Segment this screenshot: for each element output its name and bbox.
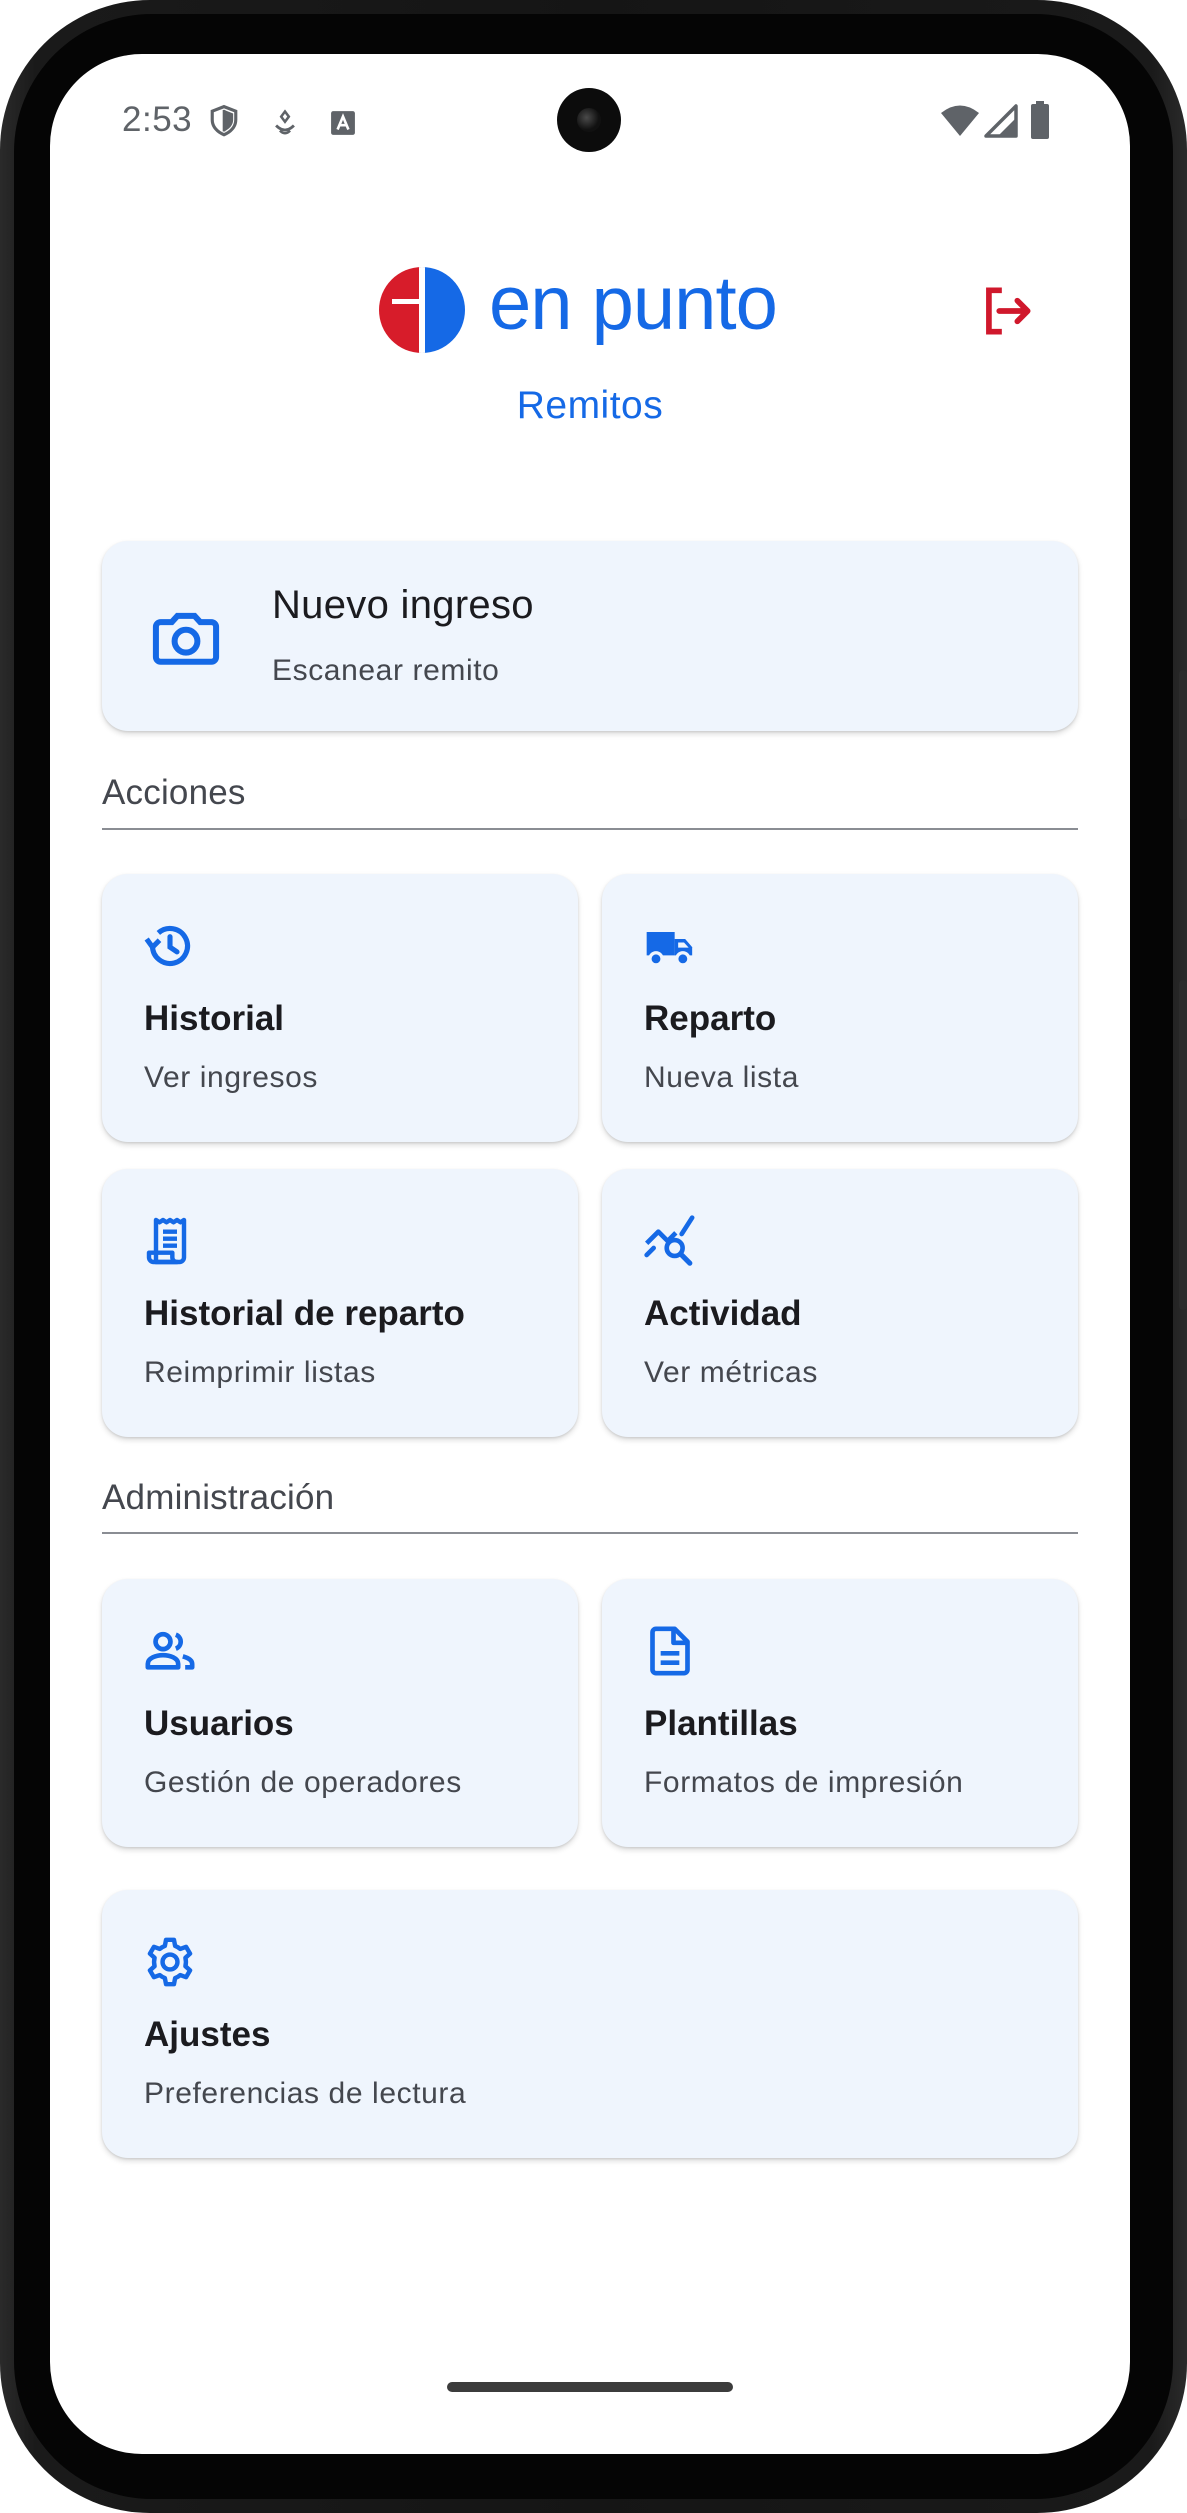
query-stats-icon xyxy=(644,1215,695,1266)
settings-card[interactable]: Ajustes Preferencias de lectura xyxy=(102,1890,1078,2158)
status-time: 2:53 xyxy=(122,100,193,139)
history-icon xyxy=(144,925,191,967)
truck-icon xyxy=(646,932,693,967)
wifi-icon xyxy=(941,105,979,136)
screen: 2:53 en punto Remitos Nuevo ingreso Esca… xyxy=(50,54,1130,2454)
card-subtitle: Ver ingresos xyxy=(144,1061,318,1094)
card-title: Plantillas xyxy=(644,1704,798,1743)
card-title: Ajustes xyxy=(144,2015,271,2054)
card-subtitle: Preferencias de lectura xyxy=(144,2077,467,2110)
section-divider xyxy=(102,828,1078,830)
history-card[interactable]: Historial Ver ingresos xyxy=(102,874,578,1142)
gesture-home-bar[interactable] xyxy=(447,2382,733,2392)
receipt-icon xyxy=(146,1217,187,1265)
logo-mark-icon xyxy=(379,267,465,353)
new-entry-card[interactable]: Nuevo ingreso Escanear remito xyxy=(102,541,1078,731)
group-icon xyxy=(145,1631,195,1670)
power-button xyxy=(1179,980,1187,1310)
brand-logo: en punto xyxy=(378,261,818,356)
camera-icon xyxy=(152,612,220,665)
shield-icon xyxy=(210,104,238,137)
delivery-history-card[interactable]: Historial de reparto Reimprimir listas xyxy=(102,1169,578,1437)
front-camera xyxy=(557,88,621,152)
status-bar: 2:53 xyxy=(50,54,1130,184)
card-title: Reparto xyxy=(644,999,777,1038)
card-subtitle: Formatos de impresión xyxy=(644,1766,964,1799)
document-icon xyxy=(650,1626,690,1676)
logout-icon[interactable] xyxy=(976,280,1038,342)
section-divider xyxy=(102,1532,1078,1534)
card-title: Historial de reparto xyxy=(144,1294,465,1333)
brand-name: en punto xyxy=(489,261,778,346)
card-subtitle: Reimprimir listas xyxy=(144,1356,376,1389)
card-title: Historial xyxy=(144,999,285,1038)
users-card[interactable]: Usuarios Gestión de operadores xyxy=(102,1579,578,1847)
font-icon xyxy=(331,111,355,135)
location-icon xyxy=(275,109,295,135)
page-title: Remitos xyxy=(516,384,664,427)
card-title: Actividad xyxy=(644,1294,802,1333)
section-acciones-label: Acciones xyxy=(102,773,246,812)
card-subtitle: Nueva lista xyxy=(644,1061,800,1094)
card-subtitle: Ver métricas xyxy=(644,1356,818,1389)
card-title: Usuarios xyxy=(144,1704,294,1743)
card-title: Nuevo ingreso xyxy=(272,583,534,627)
battery-icon xyxy=(1031,101,1049,139)
signal-icon xyxy=(984,104,1018,138)
activity-card[interactable]: Actividad Ver métricas xyxy=(602,1169,1078,1437)
templates-card[interactable]: Plantillas Formatos de impresión xyxy=(602,1579,1078,1847)
volume-button xyxy=(1179,670,1187,820)
delivery-card[interactable]: Reparto Nueva lista xyxy=(602,874,1078,1142)
settings-icon xyxy=(147,1937,193,1987)
section-administracion-label: Administración xyxy=(102,1478,335,1517)
card-subtitle: Escanear remito xyxy=(272,654,500,687)
card-subtitle: Gestión de operadores xyxy=(144,1766,462,1799)
phone-frame: 2:53 en punto Remitos Nuevo ingreso Esca… xyxy=(0,0,1187,2513)
